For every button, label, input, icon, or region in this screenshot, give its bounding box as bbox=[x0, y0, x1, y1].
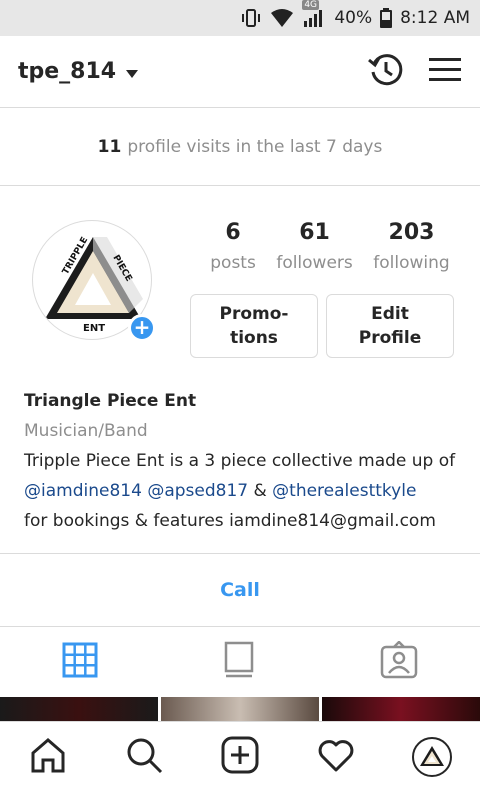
followers-count: 61 bbox=[299, 220, 330, 245]
profile-header: tpe_814 bbox=[0, 36, 480, 108]
following-label: following bbox=[373, 253, 450, 273]
call-button[interactable]: Call bbox=[0, 553, 480, 627]
add-icon[interactable] bbox=[220, 735, 260, 779]
bio-ampersand: & bbox=[253, 481, 267, 501]
battery-percent: 40% bbox=[334, 8, 373, 28]
bio-contact-line: for bookings & features iamdine814@gmail… bbox=[24, 511, 436, 531]
post-grid bbox=[0, 697, 480, 721]
category-label: Musician/Band bbox=[24, 421, 148, 441]
stat-followers[interactable]: 61 followers bbox=[276, 220, 352, 273]
profile-avatar[interactable] bbox=[412, 737, 452, 777]
status-bar: 4G 40% 8:12 AM bbox=[0, 0, 480, 36]
archive-history-icon[interactable] bbox=[366, 50, 406, 94]
heart-icon[interactable] bbox=[316, 735, 356, 779]
add-story-icon[interactable]: + bbox=[128, 314, 156, 342]
account-switcher[interactable]: tpe_814 bbox=[18, 59, 139, 84]
logo-text-bottom: ENT bbox=[83, 323, 105, 334]
vibrate-icon bbox=[240, 8, 262, 28]
following-count: 203 bbox=[388, 220, 435, 245]
profile-bio: Triangle Piece Ent Musician/Band Tripple… bbox=[24, 386, 464, 536]
profile-tabs bbox=[0, 627, 480, 697]
profile-avatar[interactable]: TRIPPLE PIECE ENT + bbox=[32, 220, 156, 342]
search-icon[interactable] bbox=[124, 735, 164, 779]
post-thumbnail[interactable] bbox=[322, 697, 480, 721]
signal-icon: 4G bbox=[302, 0, 326, 28]
profile-visits-banner[interactable]: 11 profile visits in the last 7 days bbox=[0, 108, 480, 186]
posts-label: posts bbox=[210, 253, 256, 273]
wifi-icon bbox=[270, 8, 294, 28]
network-type-label: 4G bbox=[302, 0, 320, 10]
menu-icon[interactable] bbox=[428, 55, 462, 89]
call-label: Call bbox=[220, 579, 260, 601]
mention-link[interactable]: @apsed817 bbox=[147, 481, 248, 501]
post-thumbnail[interactable] bbox=[0, 697, 158, 721]
stat-following[interactable]: 203 following bbox=[373, 220, 449, 273]
battery-icon bbox=[380, 8, 393, 28]
bottom-nav bbox=[0, 721, 480, 792]
stat-posts[interactable]: 6 posts bbox=[210, 220, 256, 273]
display-name: Triangle Piece Ent bbox=[24, 391, 197, 411]
post-thumbnail[interactable] bbox=[161, 697, 319, 721]
visits-count: 11 bbox=[97, 136, 122, 157]
grid-icon[interactable] bbox=[62, 642, 98, 682]
visits-text: profile visits in the last 7 days bbox=[127, 136, 383, 157]
tagged-icon[interactable] bbox=[380, 640, 418, 683]
clock: 8:12 AM bbox=[400, 8, 470, 28]
mention-link[interactable]: @iamdine814 bbox=[24, 481, 142, 501]
mention-link[interactable]: @therealesttkyle bbox=[272, 481, 416, 501]
chevron-down-icon bbox=[126, 59, 139, 84]
username: tpe_814 bbox=[18, 59, 117, 84]
promotions-button[interactable]: Promo- tions bbox=[190, 294, 318, 358]
edit-profile-button[interactable]: Edit Profile bbox=[326, 294, 454, 358]
bio-description: Tripple Piece Ent is a 3 piece collectiv… bbox=[24, 446, 464, 536]
profile-stats: 6 posts 61 followers 203 following bbox=[200, 220, 460, 273]
followers-label: followers bbox=[276, 253, 353, 273]
posts-count: 6 bbox=[225, 220, 241, 245]
home-icon[interactable] bbox=[28, 735, 68, 779]
igtv-icon[interactable] bbox=[221, 641, 257, 683]
bio-line: Tripple Piece Ent is a 3 piece collectiv… bbox=[24, 451, 456, 471]
profile-actions: Promo- tions Edit Profile bbox=[190, 294, 454, 358]
